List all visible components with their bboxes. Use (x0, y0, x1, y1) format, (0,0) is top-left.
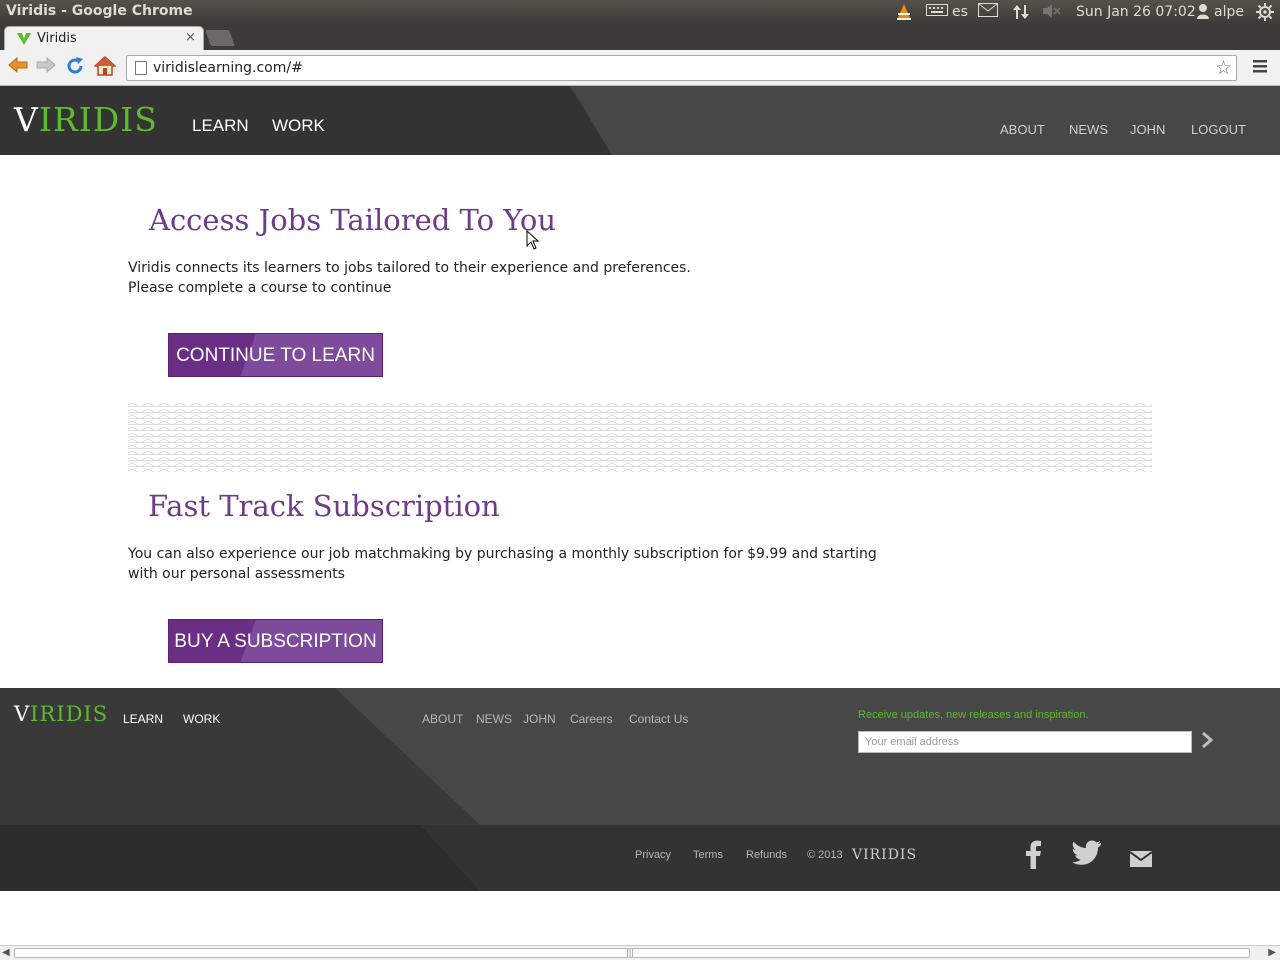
footer-bottom-logo: VIRIDIS (852, 847, 918, 863)
user-name[interactable]: alpe (1214, 3, 1244, 21)
menu-icon[interactable] (1248, 56, 1272, 80)
nav-learn[interactable]: LEARN (192, 116, 249, 136)
mail-icon[interactable] (978, 3, 998, 21)
jobs-title: Access Jobs Tailored To You (149, 203, 557, 237)
copyright: © 2013 (807, 849, 843, 861)
window-title: Viridis - Google Chrome (6, 3, 193, 19)
home-icon[interactable] (93, 55, 117, 80)
continue-to-learn-button[interactable]: CONTINUE TO LEARN (168, 333, 383, 377)
terms-link[interactable]: Terms (693, 849, 723, 861)
nav-logout[interactable]: LOGOUT (1191, 122, 1246, 137)
subscription-description-line-1: You can also experience our job matchmak… (128, 546, 877, 562)
footer-logo[interactable]: VIRIDIS (14, 702, 108, 726)
tab-title: Viridis (37, 31, 77, 46)
user-icon[interactable] (1196, 3, 1210, 21)
address-bar[interactable]: viridislearning.com/# ☆ (126, 55, 1237, 81)
footer-nav-learn[interactable]: LEARN (123, 712, 163, 726)
email-field[interactable] (858, 731, 1192, 753)
footer-nav-news[interactable]: NEWS (476, 712, 512, 726)
keyboard-layout-label[interactable]: es (952, 3, 968, 21)
newsletter-label: Receive updates, new releases and inspir… (858, 709, 1089, 721)
footer-nav-contact[interactable]: Contact Us (629, 712, 688, 726)
footer-nav-careers[interactable]: Careers (570, 712, 613, 726)
scroll-left-arrow-icon[interactable]: ◀ (2, 947, 10, 958)
forward-icon[interactable] (34, 56, 58, 80)
email-submit-arrow-icon[interactable] (1200, 728, 1214, 756)
bookmark-star-icon[interactable]: ☆ (1215, 57, 1232, 79)
logo-v: V (14, 100, 39, 139)
back-icon[interactable] (6, 56, 30, 80)
footer-logo-v: V (14, 702, 31, 726)
keyboard-icon[interactable] (926, 3, 948, 21)
scroll-right-arrow-icon[interactable]: ▶ (1268, 947, 1276, 958)
url-text[interactable]: viridislearning.com/# (153, 60, 303, 76)
logo-text: IRIDIS (38, 100, 158, 139)
nav-work[interactable]: WORK (272, 116, 325, 136)
mouse-cursor-icon (526, 229, 540, 254)
nav-john[interactable]: JOHN (1130, 122, 1165, 137)
refunds-link[interactable]: Refunds (746, 849, 787, 861)
subscription-description-line-2: with our personal assessments (128, 566, 345, 582)
jobs-description-line-2: Please complete a course to continue (128, 280, 392, 296)
network-icon[interactable] (1012, 3, 1030, 21)
nav-about[interactable]: ABOUT (1000, 122, 1045, 137)
wave-divider (128, 402, 1152, 472)
browser-toolbar: viridislearning.com/# ☆ (0, 50, 1280, 86)
privacy-link[interactable]: Privacy (635, 849, 671, 861)
footer-logo-text: IRIDIS (30, 702, 109, 726)
footer: VIRIDIS LEARN WORK ABOUT NEWS JOHN Caree… (0, 688, 1280, 825)
buy-subscription-button[interactable]: BUY A SUBSCRIPTION (168, 619, 383, 663)
footer-nav-work[interactable]: WORK (183, 712, 220, 726)
scrollbar-grip-icon: ||| (626, 948, 635, 957)
horizontal-scrollbar[interactable]: ◀ ||| ▶ (0, 945, 1280, 960)
site-header: VIRIDIS LEARN WORK ABOUT NEWS JOHN LOGOU… (0, 86, 1280, 155)
new-tab-button[interactable] (205, 30, 235, 46)
page-icon (135, 61, 147, 75)
email-envelope-icon[interactable] (1129, 851, 1153, 871)
tab-viridis[interactable]: Viridis × (4, 26, 204, 50)
reload-icon[interactable] (63, 56, 87, 80)
twitter-icon[interactable] (1072, 839, 1102, 869)
viridis-favicon-icon (17, 31, 31, 45)
gear-icon[interactable] (1256, 3, 1274, 21)
footer-bottom-dark-panel (0, 825, 480, 891)
footer-nav-john[interactable]: JOHN (523, 712, 556, 726)
vlc-icon[interactable] (894, 3, 914, 21)
footer-nav-about[interactable]: ABOUT (422, 712, 463, 726)
volume-muted-icon[interactable] (1042, 3, 1062, 21)
facebook-icon[interactable] (1024, 839, 1042, 873)
clock[interactable]: Sun Jan 26 07:02 (1076, 3, 1196, 21)
tab-close-icon[interactable]: × (185, 30, 196, 45)
os-top-panel: Viridis - Google Chrome es Sun Jan 26 07… (0, 0, 1280, 24)
footer-legal-bar: Privacy Terms Refunds © 2013 VIRIDIS (0, 825, 1280, 891)
browser-tab-strip: Viridis × (0, 24, 1280, 50)
viridis-logo[interactable]: VIRIDIS (14, 100, 158, 139)
nav-news[interactable]: NEWS (1069, 122, 1108, 137)
subscription-title: Fast Track Subscription (148, 489, 500, 523)
jobs-description-line-1: Viridis connects its learners to jobs ta… (128, 260, 691, 276)
